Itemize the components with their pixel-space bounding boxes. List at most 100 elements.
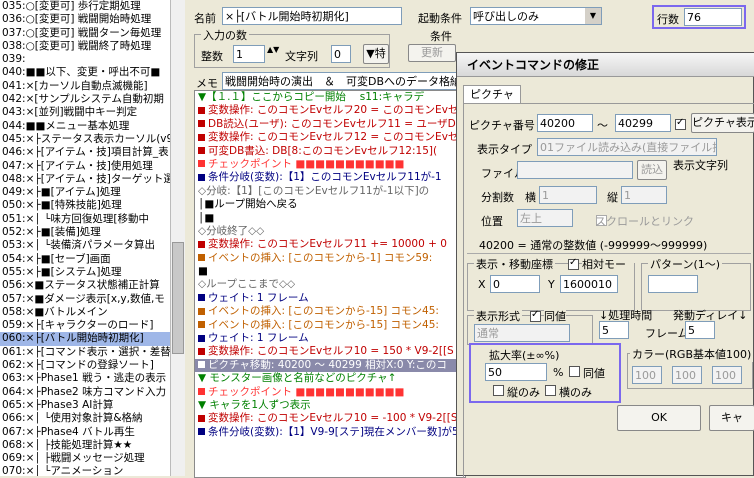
list-item[interactable]: 039:	[0, 53, 184, 66]
list-item[interactable]: 067:×├Phase4 バトル再生	[0, 426, 184, 439]
scale-same-checkbox[interactable]	[569, 366, 580, 377]
script-line[interactable]: 可変DB書込: DB[8:このコモンEvセルフ12:15](	[195, 145, 465, 158]
pattern-input[interactable]	[648, 275, 698, 293]
list-item[interactable]: 038:○[変更可] 戦闘終了時処理	[0, 40, 184, 53]
special-button[interactable]: ▼特	[363, 44, 389, 64]
pic-range-checkbox[interactable]	[675, 117, 686, 130]
list-item[interactable]: 058:×■バトルメイン	[0, 306, 184, 319]
list-item[interactable]: 070:×│ └アニメーション	[0, 465, 184, 476]
list-item[interactable]: 041:×[カーソル自動点滅機能]	[0, 80, 184, 93]
name-input[interactable]: ×├[バトル開始時初期化]	[222, 7, 402, 25]
list-item[interactable]: 049:×├■[アイテム]処理	[0, 186, 184, 199]
proc-time-input[interactable]: 5	[599, 321, 629, 339]
script-line[interactable]: 変数操作: このコモンEvセルフ10 = -100 * V9-2[[Ss]座標倍…	[195, 412, 465, 425]
int-count-input[interactable]: 1	[233, 45, 265, 63]
list-item[interactable]: 048:×├[アイテム・技]ターゲット選択	[0, 173, 184, 186]
memo-input[interactable]: 戦闘開始時の演出 ＆ 可変DBへのデータ格納	[222, 72, 458, 90]
cancel-button[interactable]: キャ	[709, 405, 754, 431]
condition-update-button[interactable]: 更新	[408, 44, 456, 62]
list-item[interactable]: 053:×│ └装備済パラメータ算出	[0, 239, 184, 252]
script-line[interactable]: ウェイト: 1 フレーム	[195, 292, 465, 305]
list-item[interactable]: 036:○[変更可] 戦闘開始時処理	[0, 13, 184, 26]
script-line[interactable]: ウェイト: 1 フレーム	[195, 332, 465, 345]
list-item[interactable]: 063:×├Phase1 戦う・逃走の表示	[0, 372, 184, 385]
list-item[interactable]: 066:×│ └使用対象計算&格納	[0, 412, 184, 425]
list-scrollbar[interactable]	[170, 0, 185, 476]
event-script-list[interactable]: ▼【１.１】ここからコピー開始 s11:キャラデ 変数操作: このコモンEvセルフ…	[194, 90, 466, 478]
script-line[interactable]: ◇分岐:【1】[このコモンEvセルフ11が-1以下]の	[195, 185, 465, 198]
list-item[interactable]: 051:×│ └味方回復処理[移動中	[0, 213, 184, 226]
script-line[interactable]: ◇ループここまで◇◇	[195, 278, 465, 291]
script-line[interactable]: イベントの挿入: [このコモンから-15] コモン45:	[195, 305, 465, 318]
script-line[interactable]: ◇分岐終了◇◇	[195, 225, 465, 238]
list-item[interactable]: 056:×■ステータス状態補正計算	[0, 279, 184, 292]
list-item[interactable]: 055:×├■[システム]処理	[0, 266, 184, 279]
script-line[interactable]: DB読込(ユーザ): このコモンEvセルフ11 = ユーザDB	[195, 118, 465, 131]
script-line[interactable]: ▼ モンスター画像と名前などのピクチャ↑	[195, 372, 465, 385]
read-button[interactable]: 読込	[637, 160, 667, 180]
script-line[interactable]: 変数操作: このコモンEvセルフ20 = このコモンEvセ	[195, 104, 465, 117]
pic-display-button[interactable]: ピクチャ表示	[691, 113, 754, 133]
list-item[interactable]: 069:×│ ├戦闘メッセージ処理	[0, 452, 184, 465]
form-same-checkbox[interactable]	[530, 309, 541, 322]
list-item[interactable]: 060:×├[バトル開始時初期化]	[0, 332, 184, 346]
x-input[interactable]: 0	[490, 275, 540, 293]
list-item[interactable]: 059:×├[キャラクターのロード]	[0, 319, 184, 332]
list-item[interactable]: 068:×│ ├技能処理計算★★	[0, 439, 184, 452]
pic-to-input[interactable]: 40299	[615, 114, 671, 132]
script-line[interactable]: 変数操作: このコモンEvセルフ12 = このコモンEvセ	[195, 131, 465, 144]
color-r-input[interactable]: 100	[632, 366, 662, 384]
list-item[interactable]: 040:■■以下、変更・呼出不可■	[0, 66, 184, 79]
list-item[interactable]: 057:×■ダメージ表示[x,y,数値,モ	[0, 293, 184, 306]
script-line[interactable]: │■ループ開始へ戻る	[195, 198, 465, 211]
list-scrollbar-thumb[interactable]	[172, 242, 184, 354]
display-type-select[interactable]: 01ファイル読み込み(直接ファイル指定)	[537, 138, 717, 156]
pos-select[interactable]: 左上	[517, 209, 573, 227]
script-line[interactable]: ピクチャ移動: 40200 〜 40299 相対X:0 Y:このコ	[195, 358, 465, 373]
split-h-input[interactable]: 1	[621, 186, 667, 204]
spin-icon[interactable]: ▲▼	[267, 45, 279, 54]
script-line[interactable]: 変数操作: このコモンEvセルフ11 += 10000 + 0	[195, 238, 465, 251]
script-line[interactable]: チェックポイント ■■■■■■■■■■■	[195, 158, 465, 171]
list-item[interactable]: 064:×├Phase2 味方コマンド入力	[0, 386, 184, 399]
script-line[interactable]: ▼ キャラを1人ずつ表示	[195, 399, 465, 412]
script-line[interactable]: 条件分岐(変数):【1】このコモンEvセルフ11が-1	[195, 171, 465, 184]
script-line[interactable]: イベントの挿入: [このコモンから-1] コモン59:	[195, 252, 465, 265]
script-line[interactable]: イベントの挿入: [このコモンから-15] コモン45:	[195, 319, 465, 332]
list-item[interactable]: 062:×├[コマンドの登録ソート]	[0, 359, 184, 372]
file-input[interactable]	[517, 161, 633, 179]
list-item[interactable]: 052:×├■[装備]処理	[0, 226, 184, 239]
list-item[interactable]: 035:○[変更可] 歩行定期処理	[0, 0, 184, 13]
script-line[interactable]: 変数操作: このコモンEvセルフ10 = 150 * V9-2[[S	[195, 345, 465, 358]
scale-input[interactable]: 50	[485, 363, 547, 381]
relative-checkbox[interactable]	[568, 257, 579, 270]
list-item[interactable]: 037:○[変更可] 戦闘ターン毎処理	[0, 27, 184, 40]
common-event-list[interactable]: 035:○[変更可] 歩行定期処理 036:○[変更可] 戦闘開始時処理 037:○…	[0, 0, 185, 476]
pic-from-input[interactable]: 40200	[537, 114, 593, 132]
color-b-input[interactable]: 100	[712, 366, 742, 384]
script-line[interactable]: ▼【１.１】ここからコピー開始 s11:キャラデ	[195, 91, 465, 104]
list-item[interactable]: 061:×├[コマンド表示・選択・差替	[0, 346, 184, 359]
tab-picture[interactable]: ピクチャ	[463, 85, 521, 104]
list-item[interactable]: 065:×├Phase3 AI計算	[0, 399, 184, 412]
vert-only-checkbox[interactable]	[493, 385, 504, 396]
list-item[interactable]: 044:■■メニュー基本処理	[0, 120, 184, 133]
color-g-input[interactable]: 100	[672, 366, 702, 384]
split-w-input[interactable]: 1	[539, 186, 597, 204]
list-item[interactable]: 046:×├[アイテム・技]項目計算_表	[0, 146, 184, 159]
y-input[interactable]: 1600010	[560, 275, 618, 293]
form-select[interactable]: 通常	[474, 324, 570, 342]
script-line[interactable]: ■	[195, 265, 465, 278]
script-line[interactable]: 条件分岐(変数):【1】V9-9[ステ]現在メンバー数]が5以上	[195, 426, 465, 439]
script-line[interactable]: チェックポイント ■■■■■■■■■■■	[195, 386, 465, 399]
script-line[interactable]: │■	[195, 212, 465, 225]
trigger-select[interactable]: 呼び出しのみ ▼	[470, 7, 602, 25]
str-count-input[interactable]: 0	[331, 45, 351, 63]
delay-input[interactable]: 5	[685, 321, 715, 339]
list-item[interactable]: 054:×├■[セーブ]画面	[0, 253, 184, 266]
list-item[interactable]: 045:×├ステータス表示カーソル(v9	[0, 133, 184, 146]
list-item[interactable]: 042:×[サンプルシステム自動初期	[0, 93, 184, 106]
list-item[interactable]: 050:×├■[特殊技能]処理	[0, 199, 184, 212]
horz-only-checkbox[interactable]	[545, 385, 556, 396]
ok-button[interactable]: OK	[617, 405, 701, 431]
